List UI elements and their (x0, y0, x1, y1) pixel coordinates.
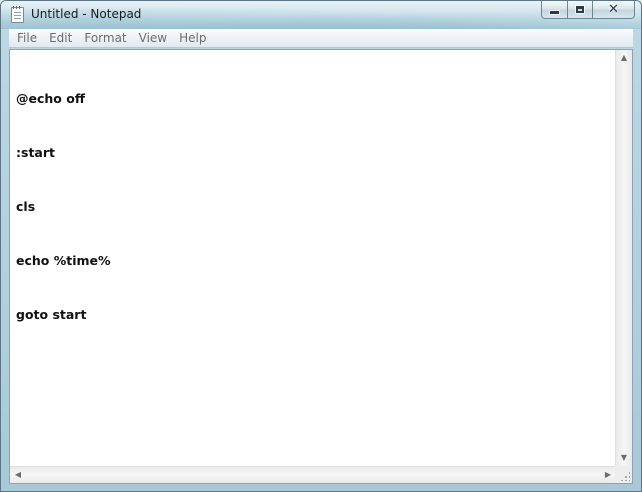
editor-line: echo %time% (16, 253, 111, 268)
vertical-scrollbar[interactable]: ▲ ▼ (615, 50, 632, 466)
notepad-icon-lines (14, 12, 21, 20)
title-bar[interactable]: Untitled - Notepad ✕ (1, 1, 641, 29)
resize-grip-icon (620, 471, 630, 481)
menu-help[interactable]: Help (173, 29, 212, 47)
close-icon: ✕ (608, 2, 619, 17)
scroll-up-icon[interactable]: ▲ (616, 50, 632, 66)
scroll-right-icon[interactable]: ▶ (600, 467, 616, 483)
maximize-button[interactable] (567, 1, 592, 19)
maximize-icon (576, 6, 584, 13)
editor-line: goto start (16, 307, 87, 322)
menu-file[interactable]: File (11, 29, 43, 47)
window-title: Untitled - Notepad (31, 7, 142, 21)
notepad-window: Untitled - Notepad ✕ File Edit Format Vi… (0, 0, 642, 492)
horizontal-scrollbar[interactable]: ◀ ▶ (10, 466, 616, 483)
minimize-button[interactable] (541, 1, 567, 19)
notepad-icon-rings (13, 6, 22, 9)
menu-edit[interactable]: Edit (43, 29, 78, 47)
menu-view[interactable]: View (133, 29, 173, 47)
caption-buttons: ✕ (541, 1, 635, 20)
size-grip[interactable] (615, 466, 632, 483)
notepad-icon[interactable] (11, 6, 24, 23)
editor-frame: @echo off :start cls echo %time% goto st… (9, 49, 633, 484)
editor-line: cls (16, 199, 36, 214)
minimize-icon (550, 11, 559, 14)
menu-format[interactable]: Format (78, 29, 132, 47)
scroll-left-icon[interactable]: ◀ (10, 467, 26, 483)
editor-line: @echo off (16, 91, 85, 106)
close-button[interactable]: ✕ (592, 1, 635, 19)
menu-bar: File Edit Format View Help (9, 29, 633, 48)
scroll-down-icon[interactable]: ▼ (616, 450, 632, 466)
text-editor[interactable]: @echo off :start cls echo %time% goto st… (10, 50, 616, 466)
editor-line: :start (16, 145, 55, 160)
